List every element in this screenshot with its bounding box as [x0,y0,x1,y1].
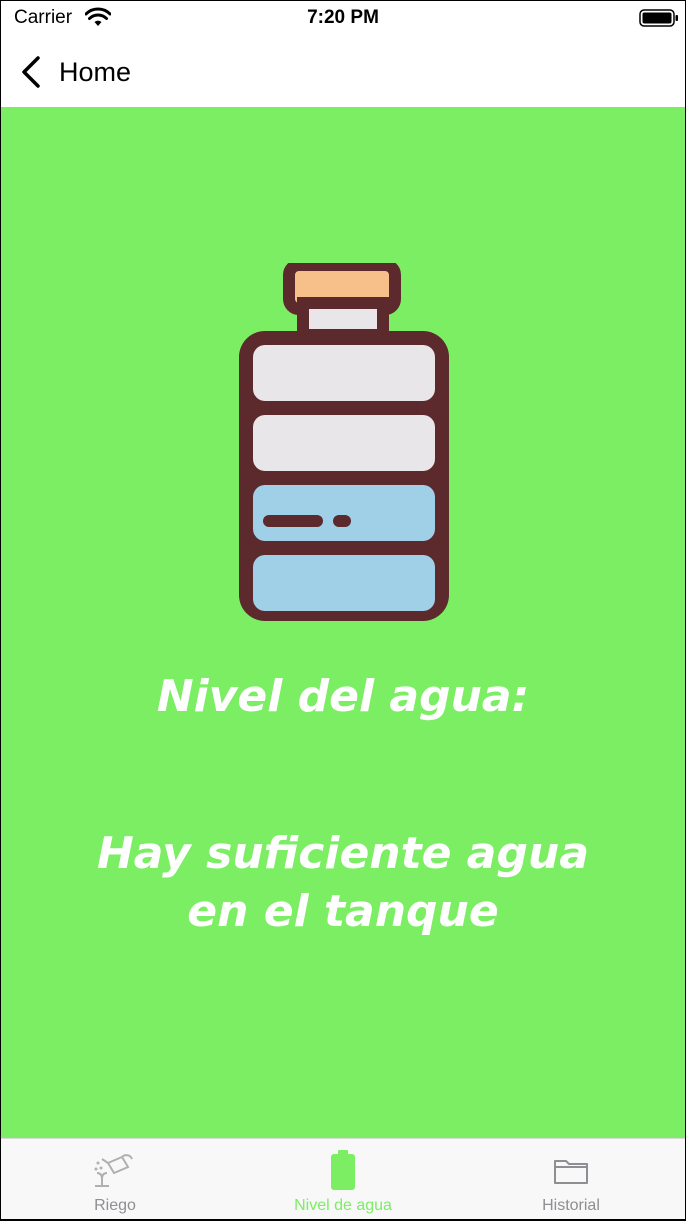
navigation-bar: Home [1,37,685,107]
tab-bar: Riego Nivel de agua Historial [1,1138,685,1219]
tab-nivel-de-agua[interactable]: Nivel de agua [229,1139,457,1219]
tab-historial[interactable]: Historial [457,1139,685,1219]
tab-riego[interactable]: Riego [1,1139,229,1219]
water-bottle-icon [239,263,449,621]
tab-label: Historial [542,1197,600,1214]
tab-label: Nivel de agua [294,1197,392,1214]
water-level-title: Nivel del agua: [156,671,530,722]
watering-can-icon [94,1154,133,1187]
chevron-left-icon [22,56,40,88]
status-time: 7:20 PM [307,7,379,28]
status-bar: Carrier 7:20 PM [1,1,685,37]
app-screen: Carrier 7:20 PM Home Nivel del agua: Hay… [1,1,685,1219]
water-level-message: Hay suficiente agua en el tanque [96,828,590,937]
water-level-panel: Nivel del agua: Hay suficiente agua en e… [1,107,685,1138]
back-button[interactable]: Home [19,52,131,92]
battery-status-icon [639,9,678,27]
battery-icon [331,1150,355,1190]
folder-icon [554,1160,588,1184]
back-button-label: Home [59,56,132,87]
tab-label: Riego [94,1197,136,1214]
